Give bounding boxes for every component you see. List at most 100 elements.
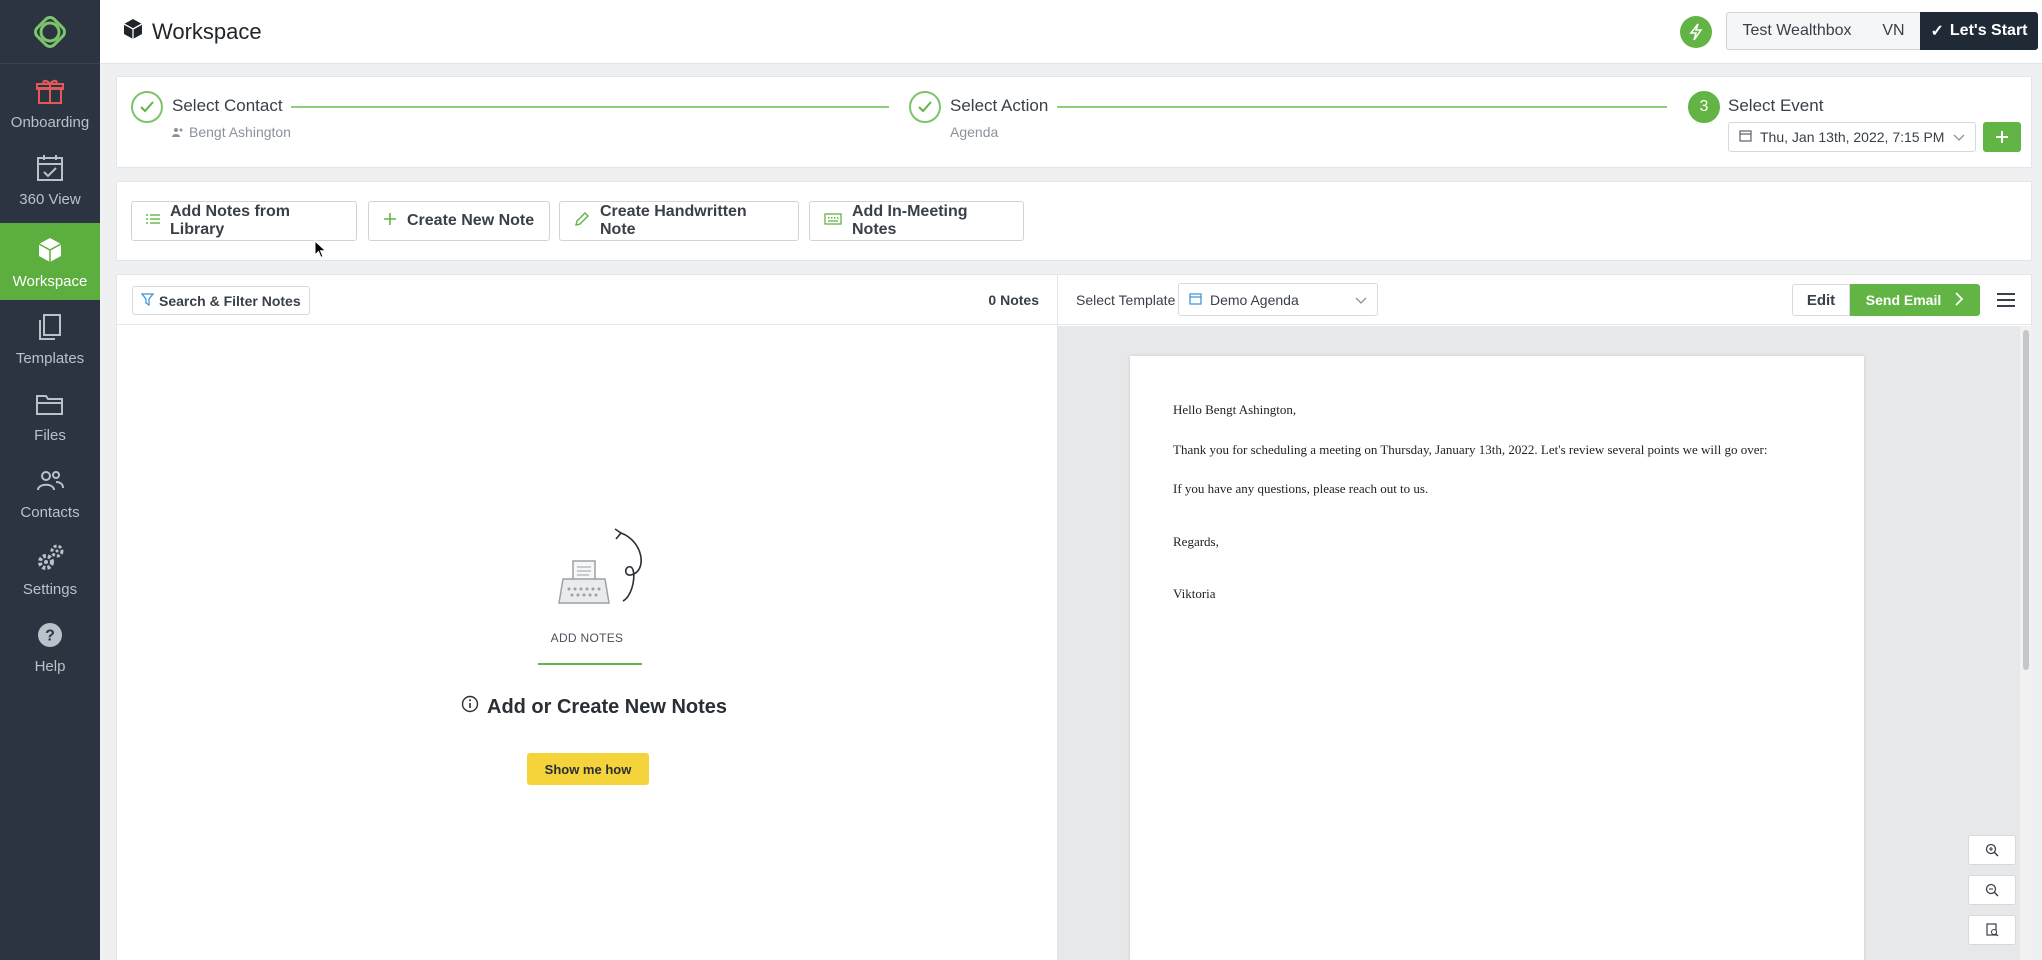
sidebar-item-onboarding[interactable]: Onboarding	[0, 64, 100, 141]
template-label: Select Template	[1076, 292, 1176, 308]
help-icon: ?	[33, 618, 67, 652]
event-date-value: Thu, Jan 13th, 2022, 7:15 PM	[1760, 129, 1945, 145]
zoom-in-icon	[1985, 843, 1999, 857]
cube-icon	[122, 18, 144, 46]
sidebar-item-label: Workspace	[12, 273, 88, 290]
template-value: Demo Agenda	[1210, 291, 1299, 308]
step-title-contact[interactable]: Select Contact	[172, 96, 283, 116]
notes-header: Search & Filter Notes 0 Notes	[117, 275, 1057, 325]
app-logo[interactable]	[0, 0, 100, 64]
user-menu-button[interactable]: VN	[1867, 12, 1921, 50]
edit-button[interactable]: Edit	[1792, 284, 1850, 316]
search-filter-notes-button[interactable]: Search & Filter Notes	[132, 286, 310, 315]
lets-start-button[interactable]: ✓ Let's Start	[1920, 12, 2038, 50]
add-notes-from-library-button[interactable]: Add Notes from Library	[131, 201, 357, 241]
sidebar-item-label: Onboarding	[10, 114, 90, 131]
sidebar-item-files[interactable]: Files	[0, 377, 100, 454]
svg-text:?: ?	[45, 628, 55, 645]
sidebar-item-help[interactable]: ? Help	[0, 608, 100, 685]
mouse-cursor-icon	[314, 240, 327, 259]
show-me-how-button[interactable]: Show me how	[527, 753, 649, 785]
fit-page-icon	[1986, 923, 1999, 937]
selected-action: Agenda	[950, 124, 999, 140]
calendar-icon	[33, 151, 67, 185]
step-title-event[interactable]: Select Event	[1728, 96, 1823, 116]
copy-icon	[33, 310, 67, 344]
filter-icon	[140, 292, 155, 309]
add-event-button[interactable]	[1983, 122, 2021, 152]
add-notes-underline	[538, 663, 642, 665]
selected-contact: Bengt Ashington	[172, 124, 291, 140]
top-bar: Workspace Test Wealthbox VN ✓ Let's Star…	[100, 0, 2042, 64]
calendar-icon	[1739, 129, 1752, 145]
email-document-page: Hello Bengt Ashington, Thank you for sch…	[1130, 356, 1864, 960]
sidebar: Onboarding 360 View Workspace Templates …	[0, 0, 100, 960]
document-viewer[interactable]: Hello Bengt Ashington, Thank you for sch…	[1058, 326, 2020, 960]
crm-connection-button[interactable]: Test Wealthbox	[1726, 12, 1868, 50]
info-icon	[461, 695, 479, 719]
step-connector	[291, 106, 889, 108]
zoom-out-button[interactable]	[1968, 875, 2016, 905]
plus-icon	[1996, 131, 2008, 143]
sidebar-item-contacts[interactable]: Contacts	[0, 454, 100, 531]
sidebar-item-label: 360 View	[19, 191, 81, 208]
send-email-button[interactable]: Send Email	[1850, 284, 1980, 316]
list-icon	[146, 212, 160, 230]
sidebar-item-settings[interactable]: Settings	[0, 531, 100, 608]
letter-signature: Viktoria	[1173, 586, 1216, 601]
hamburger-menu-icon[interactable]	[1994, 290, 2018, 310]
scrollbar-thumb[interactable]	[2023, 330, 2029, 670]
create-handwritten-note-button[interactable]: Create Handwritten Note	[559, 201, 799, 241]
letter-body-line: Thank you for scheduling a meeting on Th…	[1173, 442, 1768, 457]
add-notes-label[interactable]: ADD NOTES	[509, 631, 665, 645]
gift-icon	[33, 74, 67, 108]
chevron-down-icon	[1355, 292, 1367, 308]
sidebar-item-label: Settings	[22, 581, 78, 598]
progress-stepper: Select Contact Bengt Ashington Select Ac…	[116, 76, 2032, 168]
people-icon	[33, 464, 67, 498]
chevron-right-icon	[1955, 291, 1964, 309]
chevron-down-icon	[1953, 129, 1965, 145]
notes-count: 0 Notes	[988, 292, 1039, 308]
folder-icon	[33, 387, 67, 421]
zoom-out-icon	[1985, 883, 1999, 897]
typewriter-illustration-icon	[558, 528, 642, 604]
fit-page-button[interactable]	[1968, 915, 2016, 945]
zoom-in-button[interactable]	[1968, 835, 2016, 865]
sidebar-item-workspace[interactable]: Workspace	[0, 223, 100, 300]
cube-icon	[33, 233, 67, 267]
preview-header: Select Template Demo Agenda Edit Send Em…	[1058, 275, 2031, 325]
preview-scrollbar[interactable]	[2020, 326, 2032, 960]
people-icon	[172, 124, 184, 140]
keyboard-icon	[824, 212, 842, 230]
sidebar-item-label: Help	[34, 658, 66, 675]
step-title-action[interactable]: Select Action	[950, 96, 1048, 116]
lets-start-label: Let's Start	[1949, 22, 2028, 39]
logo-icon	[34, 15, 66, 48]
create-new-note-button[interactable]: Create New Note	[368, 201, 550, 241]
check-icon: ✓	[1930, 23, 1944, 40]
plus-icon	[383, 212, 397, 231]
add-in-meeting-notes-button[interactable]: Add In-Meeting Notes	[809, 201, 1024, 241]
step-number-badge: 3	[1688, 91, 1720, 123]
note-actions-bar: Add Notes from Library Create New Note C…	[116, 181, 2032, 261]
sidebar-item-label: Templates	[15, 350, 85, 367]
notes-panel: Search & Filter Notes 0 Notes ADD NOTES …	[116, 274, 1058, 960]
gears-icon	[33, 541, 67, 575]
empty-state-title: Add or Create New Notes	[461, 695, 727, 719]
letter-closing: Regards,	[1173, 534, 1219, 549]
template-select[interactable]: Demo Agenda	[1178, 283, 1378, 316]
event-date-select[interactable]: Thu, Jan 13th, 2022, 7:15 PM	[1728, 122, 1976, 152]
email-preview-panel: Select Template Demo Agenda Edit Send Em…	[1058, 274, 2032, 960]
sidebar-item-label: Contacts	[20, 504, 80, 521]
pen-icon	[574, 211, 590, 232]
step-connector	[1057, 106, 1667, 108]
letter-greeting: Hello Bengt Ashington,	[1173, 402, 1297, 417]
lightning-icon[interactable]	[1680, 16, 1712, 48]
sidebar-item-360-view[interactable]: 360 View	[0, 141, 100, 218]
sidebar-item-templates[interactable]: Templates	[0, 300, 100, 377]
step-complete-icon	[909, 91, 941, 123]
step-complete-icon	[131, 91, 163, 123]
page-title-text: Workspace	[152, 19, 262, 44]
calendar-icon	[1189, 292, 1202, 308]
